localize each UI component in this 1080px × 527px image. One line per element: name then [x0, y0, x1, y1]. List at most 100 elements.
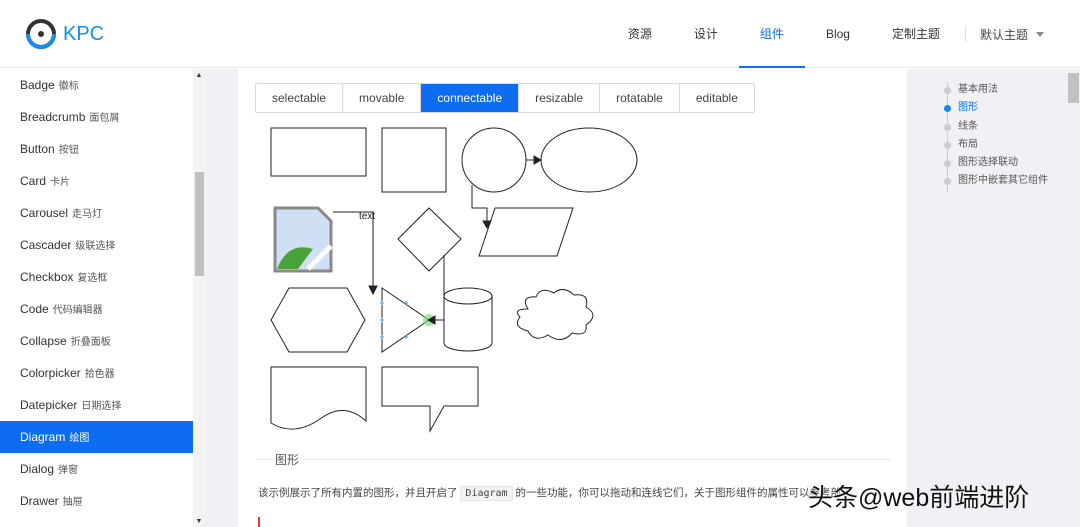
tab-connectable[interactable]: connectable: [421, 84, 520, 112]
scroll-up-icon[interactable]: ▲: [193, 72, 205, 79]
table-of-contents: 基本用法 图形 线条 布局 图形选择联动 图形中嵌套其它组件: [944, 82, 1048, 192]
shape-hexagon[interactable]: [270, 287, 366, 353]
sidebar-item-label: Card: [20, 174, 47, 188]
tab-selectable[interactable]: selectable: [256, 84, 344, 112]
sidebar-item-cn-label: 弹窗: [58, 465, 79, 476]
header: KPC 资源 设计 组件 Blog 定制主题 默认主题: [0, 0, 1080, 68]
section-description: 该示例展示了所有内置的图形，并且开启了 Diagram 的一些功能，你可以拖动和…: [258, 485, 841, 501]
scroll-down-icon[interactable]: ▼: [193, 518, 205, 525]
toc-item[interactable]: 线条: [944, 119, 1048, 137]
sidebar-item-drawer[interactable]: Drawer 抽屉: [0, 489, 193, 521]
edge-image-triangle[interactable]: [333, 211, 374, 289]
sidebar-item-cn-label: 复选框: [77, 273, 108, 284]
toc-item[interactable]: 布局: [944, 137, 1048, 155]
nav-blog[interactable]: Blog: [805, 0, 871, 68]
feature-tabs: selectable movable connectable resizable rot…: [255, 83, 755, 113]
sidebar-item-diagram[interactable]: Diagram 绘图: [0, 421, 193, 453]
toc-item[interactable]: 基本用法: [944, 82, 1048, 100]
sidebar-item-button[interactable]: Button 按钮: [0, 137, 193, 169]
sidebar-item-cn-label: 折叠面板: [70, 337, 111, 348]
sidebar-item-label: Badge: [20, 78, 55, 92]
logo-text: KPC: [63, 22, 105, 45]
sidebar-item-label: Diagram: [20, 430, 66, 444]
nav-custom-theme[interactable]: 定制主题: [871, 0, 961, 68]
watermark: 头条@web前端进阶: [808, 484, 1030, 512]
section-title: 图形: [275, 453, 300, 467]
diagram-canvas[interactable]: text: [258, 121, 678, 441]
sidebar-item-label: Drawer: [20, 494, 59, 508]
sidebar-item-breadcrumb[interactable]: Breadcrumb 面包屑: [0, 105, 193, 137]
sidebar-item-collapse[interactable]: Collapse 折叠面板: [0, 329, 193, 361]
shape-diamond[interactable]: [397, 207, 462, 272]
sidebar-item-cn-label: 按钮: [58, 145, 79, 156]
tab-resizable[interactable]: resizable: [519, 84, 601, 112]
sidebar-item-label: Collapse: [20, 334, 67, 348]
shape-parallelogram[interactable]: [478, 207, 574, 257]
content-gutter: [205, 69, 238, 527]
sidebar-item-cn-label: 代码编辑器: [52, 305, 103, 316]
tab-editable[interactable]: editable: [680, 84, 754, 112]
kpc-logo-icon: [26, 19, 56, 49]
toc-item[interactable]: 图形: [944, 100, 1048, 118]
sidebar-item-dialog[interactable]: Dialog 弹窗: [0, 457, 193, 489]
sidebar-item-label: Datepicker: [20, 398, 78, 412]
nav-components[interactable]: 组件: [738, 0, 805, 68]
sidebar-item-cn-label: 面包屑: [89, 113, 120, 124]
nav-divider: [964, 26, 966, 42]
shape-circle[interactable]: [461, 127, 527, 193]
sidebar-scrollbar[interactable]: ▲ ▼: [193, 69, 205, 527]
page-scrollbar-thumb[interactable]: [1068, 73, 1079, 103]
sidebar-item-cascader[interactable]: Cascader 级联选择: [0, 233, 193, 265]
sidebar-item-code[interactable]: Code 代码编辑器: [0, 297, 193, 329]
sidebar-item-cn-label: 拾色器: [84, 369, 115, 380]
shape-triangle[interactable]: [381, 287, 430, 353]
shape-cloud[interactable]: [516, 289, 594, 340]
sidebar: Badge 徽标 Breadcrumb 面包屑 Button 按钮 Card 卡片 Carous…: [0, 69, 193, 527]
top-nav: 资源 设计 组件 Blog 定制主题 默认主题: [607, 0, 1044, 68]
shape-ellipse[interactable]: [540, 127, 638, 193]
toc-item[interactable]: 图形选择联动: [944, 155, 1048, 173]
theme-label: 默认主题: [979, 27, 1028, 42]
shape-square[interactable]: [381, 127, 447, 193]
section-divider-left: [258, 459, 270, 460]
arrow-head-icon: [533, 155, 543, 165]
nav-design[interactable]: 设计: [673, 0, 739, 68]
shape-image[interactable]: [273, 206, 333, 273]
chevron-down-icon: [1036, 31, 1044, 41]
shape-callout[interactable]: [381, 366, 479, 433]
text-cursor: [258, 517, 260, 527]
inline-code: Diagram: [460, 486, 513, 501]
logo[interactable]: KPC: [25, 18, 104, 50]
toc-item[interactable]: 图形中嵌套其它组件: [944, 173, 1048, 191]
sidebar-item-colorpicker[interactable]: Colorpicker 拾色器: [0, 361, 193, 393]
shape-rectangle[interactable]: [270, 127, 367, 177]
tab-movable[interactable]: movable: [343, 84, 422, 112]
sidebar-item-label: Button: [20, 142, 55, 156]
sidebar-item-cn-label: 卡片: [50, 177, 71, 188]
main-content: selectable movable connectable resizable rot…: [238, 69, 907, 527]
sidebar-item-label: Code: [20, 302, 49, 316]
sidebar-item-label: Colorpicker: [20, 366, 81, 380]
tab-rotatable[interactable]: rotatable: [600, 84, 680, 112]
nav-resources[interactable]: 资源: [607, 0, 673, 68]
section-divider-right: [306, 459, 891, 460]
sidebar-item-label: Checkbox: [20, 270, 74, 284]
sidebar-item-cn-label: 走马灯: [72, 209, 103, 220]
shape-cylinder[interactable]: [443, 287, 493, 352]
sidebar-item-dropdown[interactable]: Dropdown下拉菜单: [0, 521, 193, 527]
sidebar-item-label: Breadcrumb: [20, 110, 86, 124]
theme-select[interactable]: 默认主题: [980, 26, 1044, 43]
sidebar-item-cn-label: 抽屉: [62, 497, 83, 508]
sidebar-item-carousel[interactable]: Carousel 走马灯: [0, 201, 193, 233]
sidebar-scrollbar-thumb[interactable]: [195, 172, 204, 276]
sidebar-item-label: Carousel: [20, 206, 69, 220]
sidebar-item-label: Dialog: [20, 462, 55, 476]
sidebar-item-badge[interactable]: Badge 徽标: [0, 73, 193, 105]
sidebar-item-cn-label: 级联选择: [75, 241, 116, 252]
sidebar-item-cn-label: 徽标: [58, 81, 79, 92]
desc-text: 该示例展示了所有内置的图形，并且开启了: [258, 487, 458, 499]
sidebar-item-card[interactable]: Card 卡片: [0, 169, 193, 201]
sidebar-item-cn-label: 日期选择: [81, 401, 122, 412]
sidebar-item-checkbox[interactable]: Checkbox 复选框: [0, 265, 193, 297]
shape-document[interactable]: [270, 366, 367, 430]
